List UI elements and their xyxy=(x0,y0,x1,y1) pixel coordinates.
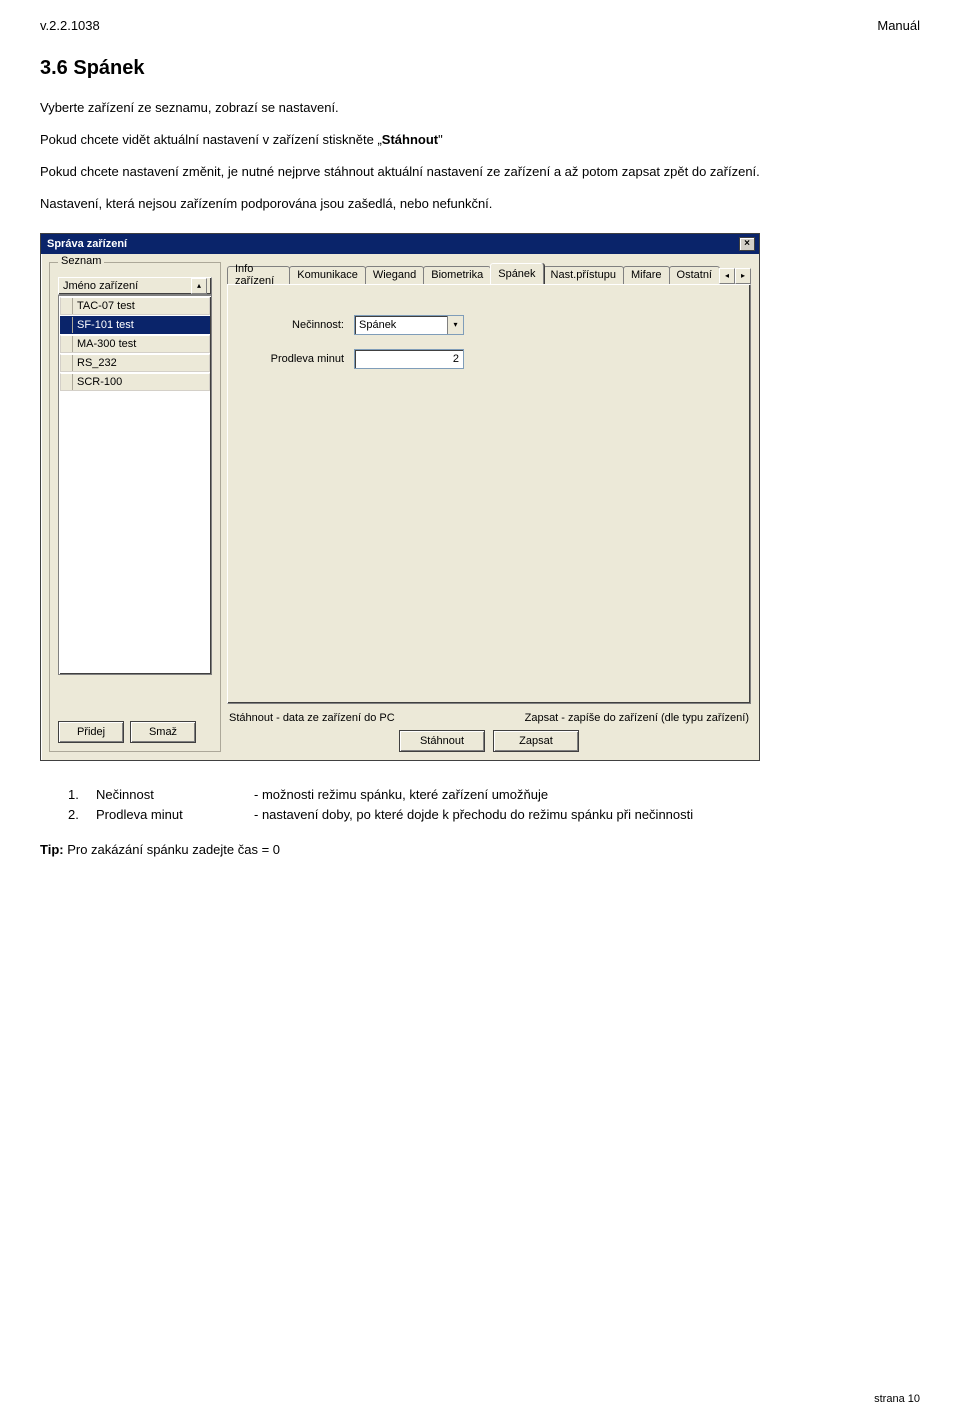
paragraph-3: Pokud chcete nastavení změnit, je nutné … xyxy=(40,162,920,182)
item-number: 2. xyxy=(68,805,88,826)
tab-mifare[interactable]: Mifare xyxy=(623,266,670,284)
section-heading: 3.6 Spánek xyxy=(40,57,920,80)
tab-communication[interactable]: Komunikace xyxy=(289,266,366,284)
tab-sleep[interactable]: Spánek xyxy=(490,263,543,284)
list-item[interactable]: SF-101 test xyxy=(60,316,210,334)
row-handle-icon xyxy=(61,298,73,314)
window-title: Správa zařízení xyxy=(47,238,127,250)
item-desc: - nastavení doby, po které dojde k přech… xyxy=(254,805,920,826)
list-item: 1. Nečinnost - možnosti režimu spánku, k… xyxy=(68,785,920,806)
tab-biometrics[interactable]: Biometrika xyxy=(423,266,491,284)
item-label: Nečinnost xyxy=(96,785,246,806)
device-list-group: Seznam Jméno zařízení ▴ TAC-07 test xyxy=(49,262,221,752)
tab-wiegand[interactable]: Wiegand xyxy=(365,266,424,284)
row-handle-icon xyxy=(61,374,73,390)
row-handle-icon xyxy=(61,317,73,333)
paragraph-1: Vyberte zařízení ze seznamu, zobrazí se … xyxy=(40,98,920,118)
item-desc: - možnosti režimu spánku, které zařízení… xyxy=(254,785,920,806)
add-button[interactable]: Přidej xyxy=(58,721,124,743)
inactivity-combo[interactable]: Spánek ▾ xyxy=(354,315,464,335)
tip-text: Pro zakázání spánku zadejte čas = 0 xyxy=(64,842,280,857)
delay-value: 2 xyxy=(453,353,459,365)
hint-download: Stáhnout - data ze zařízení do PC xyxy=(229,712,395,724)
row-handle-icon xyxy=(61,355,73,371)
paragraph-2-bold: Stáhnout xyxy=(382,132,438,147)
group-label: Seznam xyxy=(58,255,104,267)
item-label: Prodleva minut xyxy=(96,805,246,826)
tab-other[interactable]: Ostatní xyxy=(669,266,720,284)
row-handle-icon xyxy=(61,336,73,352)
header-doc-label: Manuál xyxy=(877,18,920,33)
list-item[interactable]: RS_232 xyxy=(60,354,210,372)
window-titlebar: Správa zařízení × xyxy=(41,234,759,254)
delay-label: Prodleva minut xyxy=(244,353,344,365)
list-item[interactable]: SCR-100 xyxy=(60,373,210,391)
paragraph-4: Nastavení, která nejsou zařízením podpor… xyxy=(40,194,920,214)
tab-info[interactable]: Info zařízení xyxy=(227,266,290,284)
download-button[interactable]: Stáhnout xyxy=(399,730,485,752)
device-name: MA-300 test xyxy=(73,338,140,350)
tab-access[interactable]: Nast.přístupu xyxy=(543,266,624,284)
list-header[interactable]: Jméno zařízení ▴ xyxy=(58,277,212,295)
inactivity-value: Spánek xyxy=(355,319,447,331)
paragraph-2a: Pokud chcete vidět aktuální nastavení v … xyxy=(40,132,382,147)
delete-button[interactable]: Smaž xyxy=(130,721,196,743)
list-item: 2. Prodleva minut - nastavení doby, po k… xyxy=(68,805,920,826)
device-management-window: Správa zařízení × Seznam Jméno zařízení … xyxy=(40,233,760,761)
delay-input[interactable]: 2 xyxy=(354,349,464,369)
list-item[interactable]: TAC-07 test xyxy=(60,297,210,315)
write-button[interactable]: Zapsat xyxy=(493,730,579,752)
list-item[interactable]: MA-300 test xyxy=(60,335,210,353)
tip-bold: Tip: xyxy=(40,842,64,857)
tab-scroll-left[interactable]: ◂ xyxy=(719,268,735,284)
chevron-down-icon: ▾ xyxy=(447,316,463,334)
tip-line: Tip: Pro zakázání spánku zadejte čas = 0 xyxy=(40,840,920,860)
device-name: SF-101 test xyxy=(73,319,138,331)
item-number: 1. xyxy=(68,785,88,806)
paragraph-2c: " xyxy=(438,132,443,147)
numbered-list: 1. Nečinnost - možnosti režimu spánku, k… xyxy=(68,785,920,827)
list-header-label: Jméno zařízení xyxy=(63,280,138,292)
inactivity-label: Nečinnost: xyxy=(244,319,344,331)
header-version: v.2.2.1038 xyxy=(40,18,100,33)
device-name: SCR-100 xyxy=(73,376,126,388)
tab-strip: Info zařízení Komunikace Wiegand Biometr… xyxy=(227,262,751,284)
close-icon: × xyxy=(744,238,750,249)
tab-scroll-right[interactable]: ▸ xyxy=(735,268,751,284)
device-listbox[interactable]: TAC-07 test SF-101 test MA-300 test xyxy=(58,295,212,675)
scroll-up-button[interactable]: ▴ xyxy=(191,278,207,294)
device-name: TAC-07 test xyxy=(73,300,139,312)
device-name: RS_232 xyxy=(73,357,121,369)
hint-write: Zapsat - zapíše do zařízení (dle typu za… xyxy=(525,712,749,724)
close-button[interactable]: × xyxy=(739,237,755,251)
paragraph-2: Pokud chcete vidět aktuální nastavení v … xyxy=(40,130,920,150)
tab-panel-sleep: Nečinnost: Spánek ▾ Prodleva minut 2 xyxy=(227,284,751,704)
page-footer: strana 10 xyxy=(874,1393,920,1405)
